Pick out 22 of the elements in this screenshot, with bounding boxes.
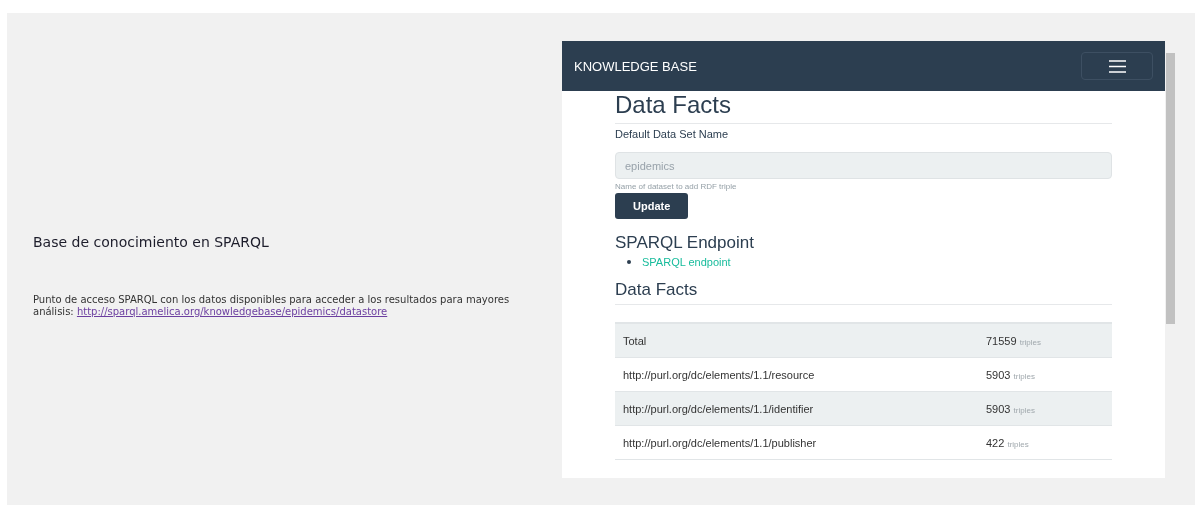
brand-title[interactable]: KNOWLEDGE BASE [574,58,697,74]
bullet-icon [627,260,631,264]
description-text: Punto de acceso SPARQL con los datos disponibles para acceder a los resultados para mayores análisis: http://sparql.amelica.org/knowledgebase/epidemics/datastore [33,294,511,318]
menu-icon [1108,59,1126,73]
count-cell-text: 5903 triples [986,368,1036,381]
predicate-cell-text: http://purl.org/dc/elements/1.1/identifier [623,402,815,415]
section-heading: SPARQL Endpoint [615,233,755,253]
dataset-name-field[interactable]: epidemics [615,152,1112,179]
section-title: Base de conocimiento en SPARQL [33,234,270,250]
predicate-cell-text: http://purl.org/dc/elements/1.1/publisher [623,436,818,449]
datastore-link[interactable]: http://sparql.amelica.org/knowledgebase/epidemics/datastore [76,306,388,317]
count-cell-text: 422 triples [986,436,1030,449]
predicate-cell-text: http://purl.org/dc/elements/1.1/resource [623,368,816,381]
help-text: Name of dataset to add RDF triple [615,182,738,191]
menu-button[interactable] [1081,52,1153,80]
section-heading: Data Facts [615,280,1112,305]
update-button[interactable]: Update [615,193,689,219]
count-cell-text: 5903 triples [986,402,1036,415]
count-cell-text: 71559 triples [986,334,1042,347]
predicate-cell-text: Total [623,334,648,347]
field-label: Default Data Set Name [615,128,730,140]
page-title: Data Facts [615,91,1112,124]
